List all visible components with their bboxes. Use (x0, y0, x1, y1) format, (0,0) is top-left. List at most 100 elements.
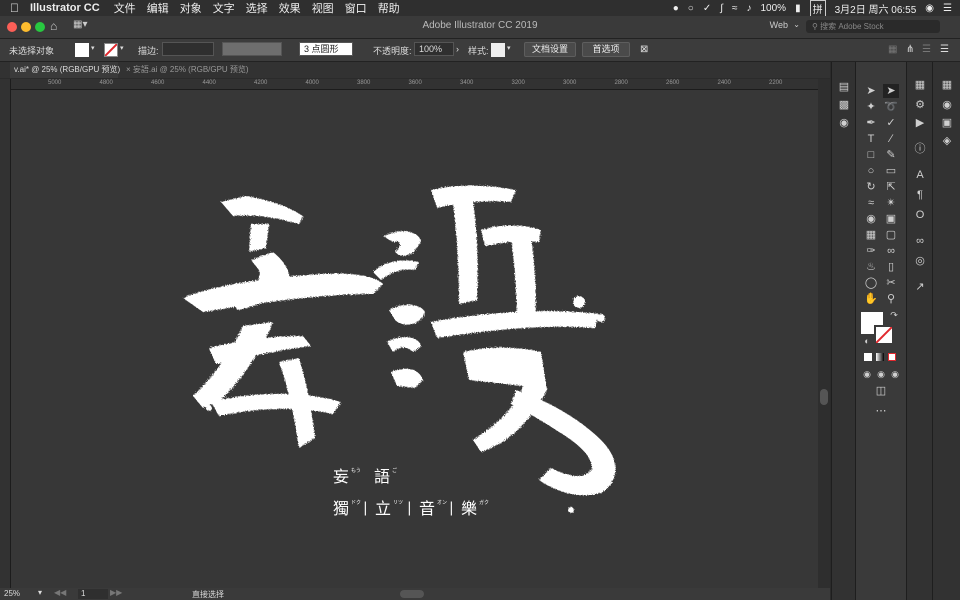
opacity-field[interactable]: 100% (414, 42, 454, 56)
calligraphy-artwork[interactable]: 妄 もう 語 ご 獨 ドク | 立 リツ | 音 オン | 樂 ガク (11, 90, 818, 588)
wechat-icon[interactable]: ○ (688, 3, 694, 14)
battery-icon[interactable]: ▮ (795, 3, 801, 14)
layers-icon[interactable]: ◈ (939, 134, 955, 148)
artboard-number-field[interactable]: 1 (78, 589, 108, 599)
scroll-thumb[interactable] (820, 389, 828, 405)
qq-icon[interactable]: ● (673, 3, 679, 14)
volume-icon[interactable]: ♪ (746, 3, 751, 14)
gradient-tool-icon[interactable]: ▢ (883, 228, 899, 242)
menu-window[interactable]: 窗口 (345, 0, 367, 16)
menu-help[interactable]: 帮助 (378, 0, 400, 16)
chevron-down-icon[interactable]: ▾ (91, 44, 95, 52)
v-app-icon[interactable]: ✓ (703, 3, 711, 14)
artboard-tool-icon[interactable]: ◯ (863, 276, 879, 290)
variable-width-profile[interactable] (222, 42, 282, 56)
menu-select[interactable]: 选择 (246, 0, 268, 16)
horizontal-scroll-thumb[interactable] (400, 590, 424, 598)
stroke-none-swatch[interactable] (104, 43, 118, 57)
menu-edit[interactable]: 编辑 (147, 0, 169, 16)
eyedropper-icon[interactable]: ✑ (863, 244, 879, 258)
notification-icon[interactable]: ☰ (943, 3, 952, 14)
character-panel-icon[interactable]: A (912, 168, 928, 182)
menu-object[interactable]: 对象 (180, 0, 202, 16)
input-method[interactable]: 拼 (809, 0, 826, 17)
slice-tool-icon[interactable]: ✂ (883, 276, 899, 290)
puppet-warp-icon[interactable]: ✴ (883, 196, 899, 210)
direct-selection-tool-icon[interactable]: ➤ (883, 84, 899, 98)
chevron-right-icon[interactable]: › (456, 44, 459, 54)
first-artboard-icon[interactable]: ◀◀ (54, 588, 66, 597)
artboards-panel-icon[interactable]: ▦ (912, 78, 928, 92)
stock-search-input[interactable]: ⚲ 搜索 Adobe Stock (806, 20, 940, 33)
color-guide-icon[interactable]: ◉ (836, 116, 852, 130)
color-mode-icon[interactable] (864, 353, 872, 361)
menu-app-name[interactable]: Illustrator CC (30, 2, 100, 14)
swap-colors-icon[interactable]: ↷ (886, 308, 902, 322)
rectangle-tool-icon[interactable]: □ (863, 148, 879, 162)
bluetooth-icon[interactable]: ∫ (720, 3, 723, 14)
symbol-sprayer-icon[interactable]: ♨ (863, 260, 879, 274)
draw-inside-icon[interactable]: ◉ (887, 367, 903, 381)
type-tool-icon[interactable]: T (863, 132, 879, 146)
links-icon[interactable]: ∞ (912, 234, 928, 248)
fill-swatch[interactable] (75, 43, 89, 57)
arrange-documents-icon[interactable]: ⊠ (640, 44, 648, 55)
paragraph-panel-icon[interactable]: ¶ (912, 188, 928, 202)
tab-v-ai[interactable]: v.ai* @ 25% (RGB/GPU 预览) (10, 62, 120, 78)
apple-icon[interactable]:  (10, 1, 19, 15)
mesh-tool-icon[interactable]: ▦ (863, 228, 879, 242)
paintbrush-icon[interactable]: ✎ (883, 148, 899, 162)
chevron-down-icon[interactable]: ▾ (120, 44, 124, 52)
default-colors-icon[interactable]: ◐ (859, 334, 875, 348)
menu-effect[interactable]: 效果 (279, 0, 301, 16)
edit-toolbar-icon[interactable]: ⋯ (873, 404, 889, 418)
pen-tool-icon[interactable]: ✒ (863, 116, 879, 130)
align-icon[interactable]: ▦ (888, 44, 897, 55)
align-panel-icon[interactable]: ▤ (836, 80, 852, 94)
vertical-ruler[interactable] (0, 79, 11, 589)
export-icon[interactable]: ↗ (912, 280, 928, 294)
transform-icon[interactable]: ⋔ (906, 44, 914, 55)
shape-builder-icon[interactable]: ◉ (863, 212, 879, 226)
shaper-tool-icon[interactable]: ○ (863, 164, 879, 178)
chevron-down-icon[interactable]: ▾ (507, 44, 511, 52)
width-tool-icon[interactable]: ≈ (863, 196, 879, 210)
gradient-mode-icon[interactable] (876, 353, 884, 361)
stroke-color-box[interactable] (874, 325, 894, 345)
vertical-scrollbar[interactable] (818, 79, 830, 588)
curvature-tool-icon[interactable]: ✓ (883, 116, 899, 130)
none-mode-icon[interactable] (888, 353, 896, 361)
preferences-button[interactable]: 首选项 (582, 42, 630, 57)
info-icon[interactable]: ⓘ (912, 142, 928, 156)
menu-view[interactable]: 视图 (312, 0, 334, 16)
wifi-icon[interactable]: ≈ (732, 3, 738, 14)
hand-tool-icon[interactable]: ✋ (863, 292, 879, 306)
asset-export-icon[interactable]: ⚙ (912, 98, 928, 112)
blend-tool-icon[interactable]: ∞ (883, 244, 899, 258)
transform-panel-icon[interactable]: ▣ (939, 116, 955, 130)
zoom-tool-icon[interactable]: ⚲ (883, 292, 899, 306)
zoom-level[interactable]: 25% (4, 589, 20, 598)
artboard-canvas[interactable]: 妄 もう 語 ご 獨 ドク | 立 リツ | 音 オン | 樂 ガク (11, 90, 818, 588)
screen-mode-icon[interactable]: ◫ (873, 384, 889, 398)
next-artboard-icon[interactable]: ▶▶ (110, 588, 122, 597)
panel-menu-icon[interactable]: ☰ (922, 44, 931, 55)
cc-libraries-icon[interactable]: ◎ (912, 254, 928, 268)
menu-type[interactable]: 文字 (213, 0, 235, 16)
graphic-style-swatch[interactable] (491, 43, 505, 57)
more-options-icon[interactable]: ☰ (940, 44, 949, 55)
eraser-icon[interactable]: ▭ (883, 164, 899, 178)
workspace-switcher[interactable]: Web (770, 20, 788, 30)
pathfinder-icon[interactable]: ▩ (836, 98, 852, 112)
selection-tool-icon[interactable]: ➤ (863, 84, 879, 98)
chevron-down-icon[interactable]: ▾ (38, 588, 42, 597)
graph-tool-icon[interactable]: ▯ (883, 260, 899, 274)
horizontal-ruler[interactable]: 5000 4800 4600 4400 4200 4000 3800 3600 3400 3200… (10, 79, 818, 90)
lasso-icon[interactable]: ➰ (883, 100, 899, 114)
document-setup-button[interactable]: 文档设置 (524, 42, 576, 57)
close-icon[interactable]: × (126, 65, 133, 74)
transparency-icon[interactable]: ◉ (939, 98, 955, 112)
tab-wangyu-ai[interactable]: × 妄語.ai @ 25% (RGB/GPU 预览) (122, 62, 252, 78)
siri-icon[interactable]: ◉ (925, 3, 934, 14)
battery-percent[interactable]: 100% (760, 3, 786, 14)
